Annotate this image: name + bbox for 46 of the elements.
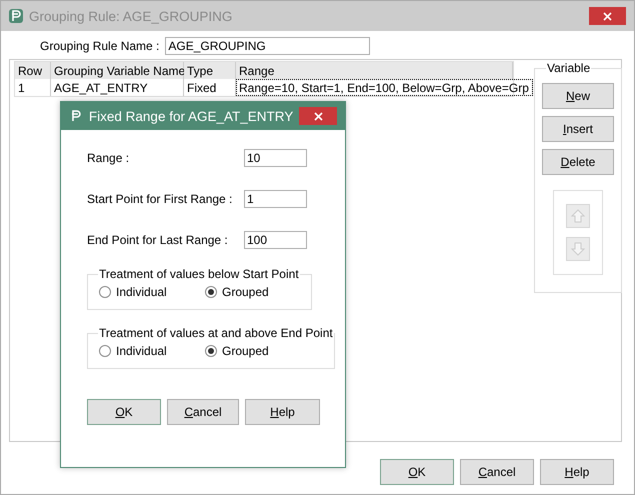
input-field[interactable]: 10: [244, 149, 307, 167]
close-icon: [603, 12, 612, 20]
dialog-button[interactable]: OK: [87, 399, 161, 425]
dialog-button[interactable]: New: [542, 83, 614, 109]
radio-option[interactable]: Grouped: [205, 344, 311, 358]
logo-icon: [9, 9, 23, 23]
radio-button[interactable]: [99, 345, 111, 357]
dialog-button[interactable]: OK: [380, 459, 454, 485]
table-cell: Fixed: [184, 79, 236, 96]
radio-option[interactable]: Grouped: [205, 285, 311, 299]
radio-button[interactable]: [99, 286, 111, 298]
table-cell: 1: [15, 79, 51, 96]
radio-button[interactable]: [205, 286, 217, 298]
window-title: Grouping Rule: AGE_GROUPING: [29, 8, 234, 24]
column-header[interactable]: Type: [184, 62, 236, 79]
group-title: Variable: [546, 61, 592, 75]
close-button[interactable]: [299, 107, 337, 125]
group-title: Treatment of values below Start Point: [98, 267, 300, 281]
dialog-button[interactable]: Cancel: [460, 459, 534, 485]
dialog-button[interactable]: Help: [245, 399, 320, 425]
table-cell: Range=10, Start=1, End=100, Below=Grp, Above=Grp: [236, 79, 533, 96]
close-button[interactable]: [589, 7, 626, 25]
field-label: Range :: [87, 151, 130, 165]
dialog-button[interactable]: Insert: [542, 116, 614, 142]
input-field[interactable]: 100: [244, 231, 307, 249]
radio-option[interactable]: Individual: [99, 285, 205, 299]
radio-button[interactable]: [205, 345, 217, 357]
field-label: Grouping Rule Name :: [40, 39, 160, 53]
up-arrow-icon: [571, 209, 585, 223]
logo-icon: [69, 109, 83, 123]
dialog-button[interactable]: Help: [540, 459, 614, 485]
column-header[interactable]: Grouping Variable Name: [51, 62, 184, 79]
table-cell: AGE_AT_ENTRY: [51, 79, 184, 96]
down-arrow-icon: [571, 242, 585, 256]
dialog-title: Fixed Range for AGE_AT_ENTRY: [88, 108, 294, 124]
field-label: Start Point for First Range :: [87, 192, 234, 206]
dialog-button[interactable]: Delete: [542, 149, 614, 175]
column-header[interactable]: Row: [15, 62, 51, 79]
group-title: Treatment of values at and above End Point: [98, 326, 334, 340]
close-icon: [314, 112, 323, 120]
input-field[interactable]: 1: [244, 190, 307, 208]
column-header[interactable]: Range: [236, 62, 513, 79]
radio-option[interactable]: Individual: [99, 344, 205, 358]
input-field[interactable]: AGE_GROUPING: [165, 37, 370, 55]
dialog-button[interactable]: Cancel: [167, 399, 239, 425]
field-label: End Point for Last Range :: [87, 233, 229, 247]
